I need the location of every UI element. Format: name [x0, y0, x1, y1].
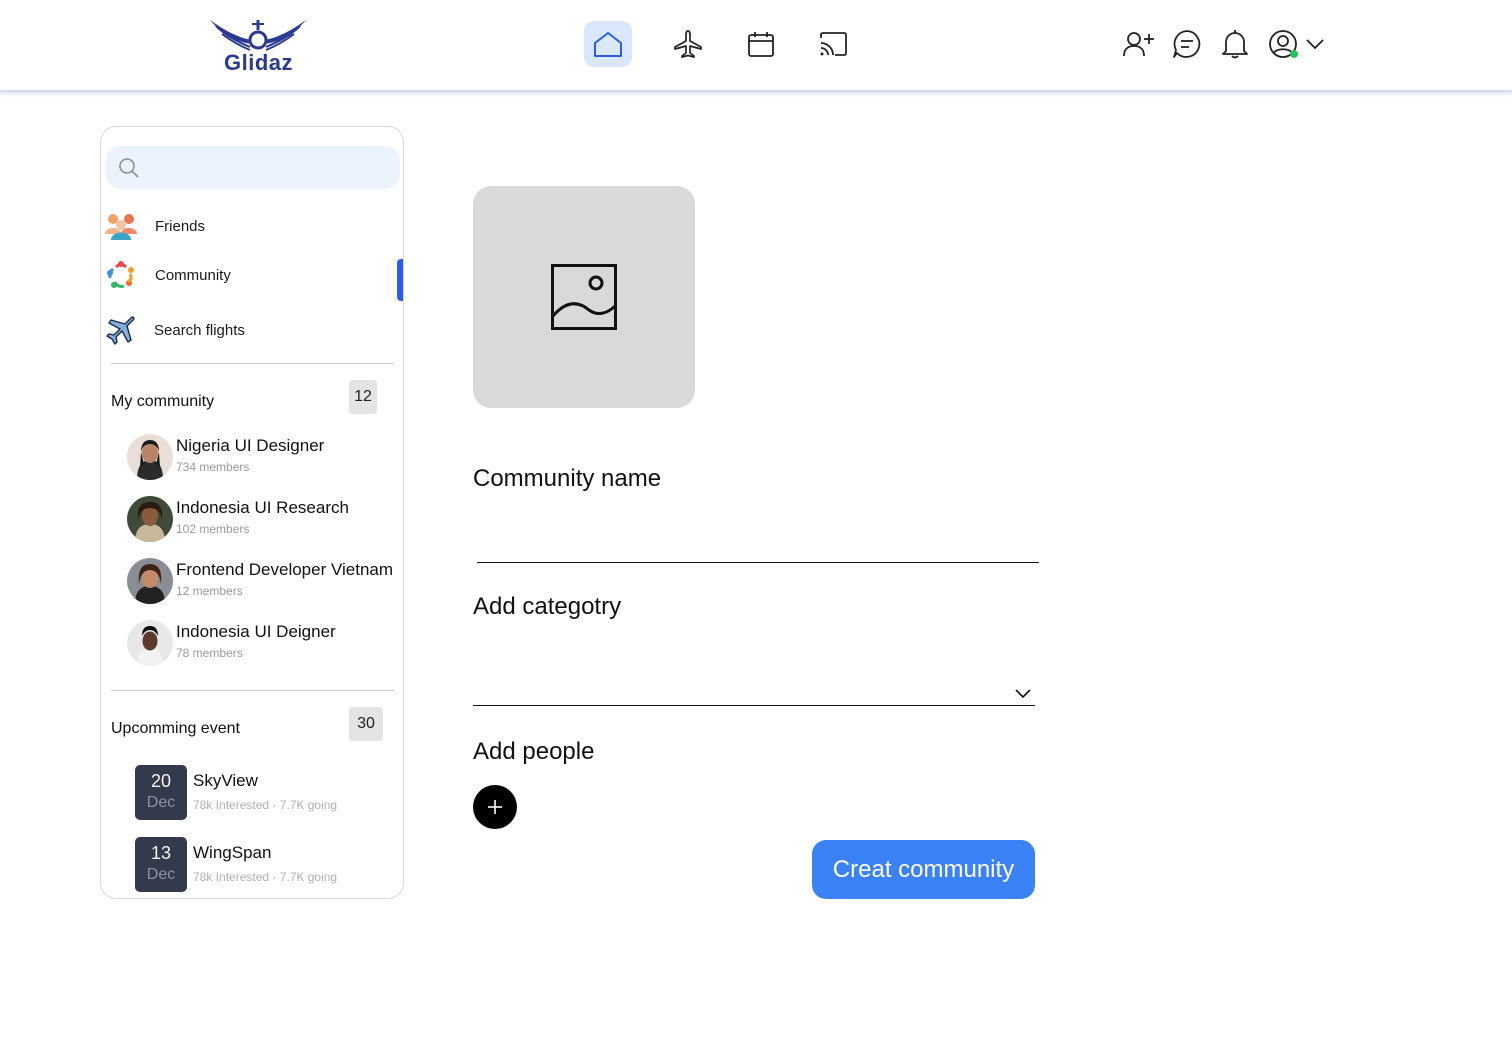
- nav-cast-button[interactable]: [809, 21, 857, 67]
- community-list-item[interactable]: Frontend Developer Vietnam 12 members: [127, 558, 397, 606]
- airplane-icon: [674, 30, 702, 58]
- nav-flights-button[interactable]: [664, 21, 712, 67]
- notifications-button[interactable]: [1218, 28, 1252, 60]
- search-box[interactable]: [106, 146, 400, 189]
- input-underline: [477, 562, 1039, 563]
- sidebar: Friends Community Search flights My comm…: [100, 126, 404, 899]
- search-icon: [119, 158, 139, 178]
- community-members: 102 members: [176, 522, 250, 536]
- sidebar-item-label: Search flights: [154, 321, 245, 339]
- cast-icon: [820, 32, 847, 56]
- home-icon: [594, 32, 622, 57]
- community-image-upload[interactable]: [473, 186, 695, 408]
- community-name: Indonesia UI Deigner: [176, 622, 336, 641]
- plus-icon: [488, 800, 502, 814]
- event-date: 13 Dec: [135, 837, 187, 892]
- create-community-button[interactable]: Creat community: [812, 840, 1035, 899]
- chevron-down-icon: [1306, 39, 1324, 50]
- nav-home-button[interactable]: [584, 21, 632, 67]
- add-people-label: Add people: [473, 738, 595, 765]
- plane-icon: [106, 316, 135, 345]
- sidebar-item-label: Community: [155, 266, 231, 284]
- category-label: Add categotry: [473, 593, 622, 620]
- avatar: [127, 558, 173, 604]
- top-navbar: Glidaz: [0, 0, 1512, 92]
- event-day: 20: [150, 771, 172, 791]
- community-members: 12 members: [176, 584, 243, 598]
- sidebar-item-search-flights[interactable]: Search flights: [105, 313, 401, 347]
- search-input[interactable]: [148, 152, 388, 182]
- add-friend-icon: [1123, 32, 1154, 57]
- event-name: WingSpan: [193, 843, 272, 862]
- chevron-down-icon[interactable]: [1014, 686, 1032, 700]
- online-status-dot: [1290, 50, 1298, 58]
- sidebar-item-label: Friends: [155, 217, 206, 235]
- friends-icon: [105, 214, 137, 240]
- active-indicator: [397, 259, 403, 301]
- community-name: Frontend Developer Vietnam: [176, 560, 394, 579]
- category-select[interactable]: [473, 655, 1035, 705]
- event-date: 20 Dec: [135, 765, 187, 820]
- event-list-item[interactable]: 13 Dec WingSpan 78k Interested · 7.7K go…: [135, 837, 397, 893]
- event-month: Dec: [146, 866, 176, 883]
- bell-icon: [1222, 30, 1248, 59]
- community-count-badge: 12: [349, 380, 377, 414]
- calendar-icon: [748, 32, 774, 57]
- community-members: 734 members: [176, 460, 250, 474]
- community-name-label: Community name: [473, 465, 662, 492]
- messages-button[interactable]: [1170, 28, 1204, 60]
- nav-calendar-button[interactable]: [737, 21, 785, 67]
- event-day: 13: [150, 843, 172, 863]
- image-icon: [551, 264, 617, 330]
- avatar: [127, 434, 173, 480]
- sidebar-item-community[interactable]: Community: [105, 258, 401, 292]
- avatar: [127, 496, 173, 542]
- community-icon: [107, 261, 134, 288]
- community-name-input[interactable]: [477, 520, 1037, 560]
- community-name: Indonesia UI Research: [176, 498, 349, 517]
- community-members: 78 members: [176, 646, 243, 660]
- community-list-item[interactable]: Indonesia UI Deigner 78 members: [127, 620, 397, 668]
- community-list-item[interactable]: Indonesia UI Research 102 members: [127, 496, 397, 544]
- divider: [111, 363, 394, 364]
- event-month: Dec: [146, 794, 176, 811]
- divider: [111, 690, 394, 691]
- profile-menu-toggle[interactable]: [1298, 28, 1332, 60]
- select-underline: [473, 705, 1035, 706]
- logo-text: Glidaz: [224, 50, 294, 75]
- event-list-item[interactable]: 20 Dec SkyView 78k Interested · 7.7K goi…: [135, 765, 397, 821]
- my-community-title: My community: [111, 393, 215, 410]
- event-name: SkyView: [193, 771, 258, 790]
- event-stats: 78k Interested · 7.7K going: [193, 870, 338, 884]
- sidebar-item-friends[interactable]: Friends: [105, 209, 401, 243]
- upcoming-events-title: Upcomming event: [111, 720, 240, 737]
- events-count-badge: 30: [349, 707, 383, 741]
- add-friend-button[interactable]: [1122, 28, 1156, 60]
- avatar: [127, 620, 173, 666]
- community-name: Nigeria UI Designer: [176, 436, 325, 455]
- add-people-button[interactable]: [473, 785, 517, 829]
- chat-icon: [1173, 30, 1201, 58]
- event-stats: 78k Interested · 7.7K going: [193, 798, 338, 812]
- community-list-item[interactable]: Nigeria UI Designer 734 members: [127, 434, 397, 482]
